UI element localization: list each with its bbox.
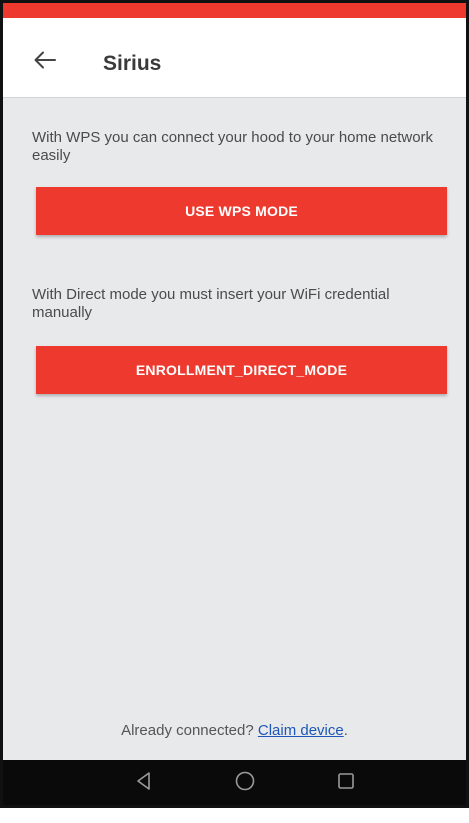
circle-home-icon (234, 770, 256, 797)
system-nav-bar (3, 760, 466, 805)
direct-mode-description: With Direct mode you must insert your Wi… (32, 286, 390, 321)
triangle-back-icon (134, 771, 154, 796)
enrollment-direct-mode-button[interactable]: ENROLLMENT_DIRECT_MODE (36, 346, 447, 394)
square-recents-icon (336, 771, 356, 796)
nav-recents-button[interactable] (331, 768, 361, 798)
use-wps-mode-button[interactable]: USE WPS MODE (36, 187, 447, 235)
footer-period: . (343, 722, 348, 739)
wps-description: With WPS you can connect your hood to yo… (32, 129, 434, 164)
footer-text: Already connected? (121, 722, 258, 739)
claim-device-footer: Already connected? Claim device. (3, 722, 466, 739)
arrow-left-icon (34, 51, 56, 74)
main-content: With WPS you can connect your hood to yo… (3, 99, 466, 760)
nav-home-button[interactable] (230, 768, 260, 798)
back-button[interactable] (25, 44, 65, 80)
app-screen: Sirius With WPS you can connect your hoo… (0, 0, 469, 808)
page-title: Sirius (103, 52, 162, 75)
claim-device-link[interactable]: Claim device (258, 722, 344, 739)
status-bar (3, 3, 466, 18)
nav-back-button[interactable] (129, 768, 159, 798)
app-bar: Sirius (3, 18, 466, 98)
